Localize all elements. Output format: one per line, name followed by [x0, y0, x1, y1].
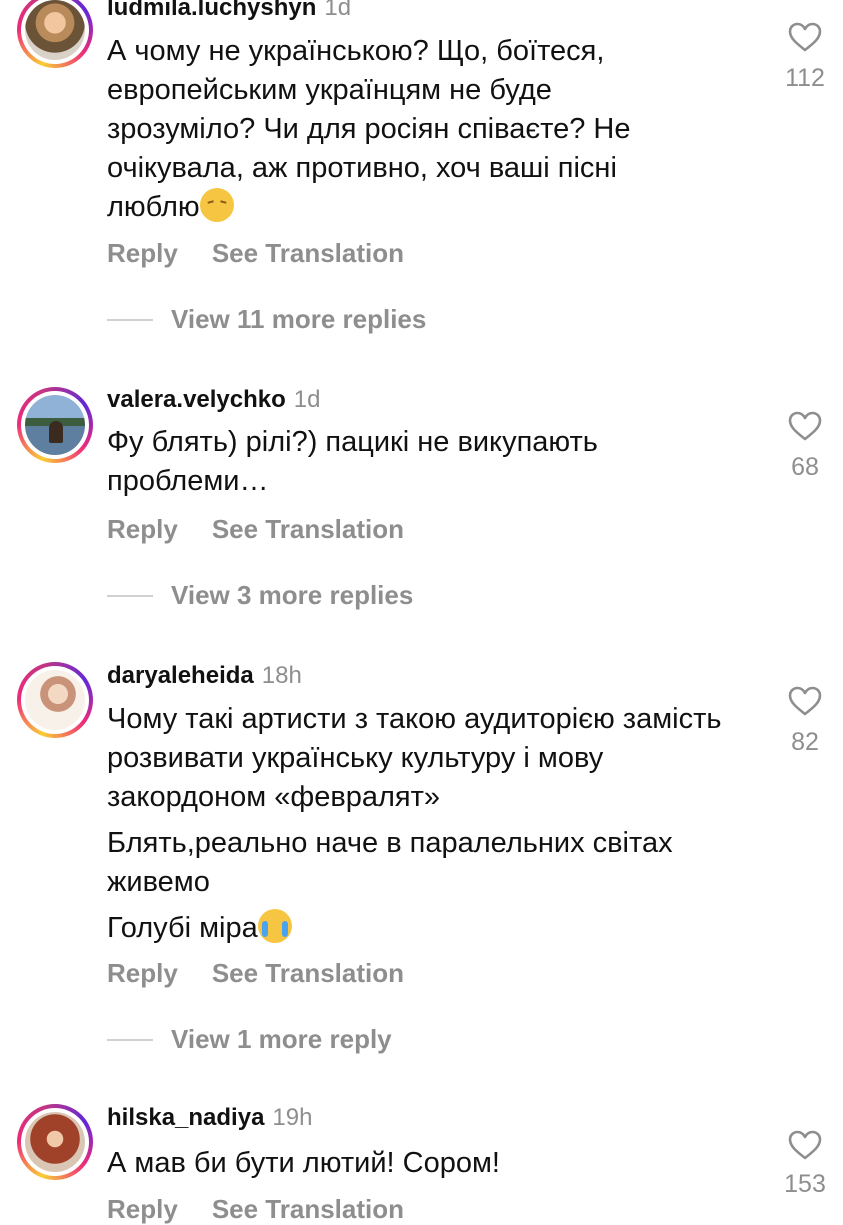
divider — [107, 318, 153, 321]
username[interactable]: daryaleheida 18h — [107, 662, 302, 690]
avatar[interactable] — [25, 670, 85, 730]
comment-text: Чому такі артисти з такою аудиторією зам… — [107, 703, 722, 944]
like-button[interactable]: 112 — [770, 22, 840, 93]
reply-button[interactable]: Reply — [107, 1194, 178, 1224]
like-button[interactable]: 82 — [770, 686, 840, 757]
reply-button[interactable]: Reply — [107, 958, 178, 988]
avatar-story-ring[interactable] — [17, 1104, 93, 1180]
avatar-story-ring[interactable] — [17, 662, 93, 738]
like-button[interactable]: 153 — [770, 1130, 840, 1199]
comment-actions: Reply See Translation — [107, 958, 404, 989]
comment-text: А чому не українською? Що, боїтеся, евро… — [107, 35, 631, 223]
timestamp: 1d — [293, 386, 321, 413]
view-more-replies[interactable]: View 11 more replies — [107, 304, 426, 335]
view-more-replies[interactable]: View 3 more replies — [107, 580, 413, 611]
timestamp: 19h — [272, 1104, 313, 1131]
see-translation-button[interactable]: See Translation — [212, 1194, 404, 1224]
reply-button[interactable]: Reply — [107, 238, 178, 268]
heart-outline-icon[interactable] — [788, 411, 822, 441]
avatar[interactable] — [25, 0, 85, 60]
crying-face-emoji — [257, 909, 292, 943]
divider — [107, 1038, 153, 1041]
comment-actions: Reply See Translation — [107, 514, 404, 545]
heart-outline-icon[interactable] — [788, 1130, 822, 1160]
avatar[interactable] — [25, 1112, 85, 1172]
view-more-replies[interactable]: View 1 more reply — [107, 1024, 392, 1055]
username[interactable]: hilska_nadiya 19h — [107, 1104, 312, 1132]
divider — [107, 594, 153, 597]
sad-face-emoji — [199, 188, 234, 222]
like-count: 82 — [791, 728, 819, 756]
heart-outline-icon[interactable] — [788, 22, 822, 52]
avatar-story-ring[interactable] — [17, 0, 93, 68]
see-translation-button[interactable]: See Translation — [212, 514, 404, 544]
username[interactable]: valera.velychko 1d — [107, 386, 321, 414]
username[interactable]: ludmila.luchyshyn 1d — [107, 0, 351, 22]
like-button[interactable]: 68 — [770, 411, 840, 482]
timestamp: 18h — [261, 662, 302, 689]
like-count: 112 — [785, 64, 825, 92]
comment-actions: Reply See Translation — [107, 238, 404, 269]
like-count: 68 — [791, 453, 819, 481]
comment-text: А мав би бути лютий! Сором! — [107, 1147, 500, 1179]
reply-button[interactable]: Reply — [107, 514, 178, 544]
see-translation-button[interactable]: See Translation — [212, 958, 404, 988]
avatar[interactable] — [25, 395, 85, 455]
like-count: 153 — [784, 1170, 826, 1198]
heart-outline-icon[interactable] — [788, 686, 822, 716]
timestamp: 1d — [324, 0, 352, 21]
avatar-story-ring[interactable] — [17, 387, 93, 463]
comment-text: Фу блять) рілі?) пацикі не викупають про… — [107, 426, 598, 497]
see-translation-button[interactable]: See Translation — [212, 238, 404, 268]
